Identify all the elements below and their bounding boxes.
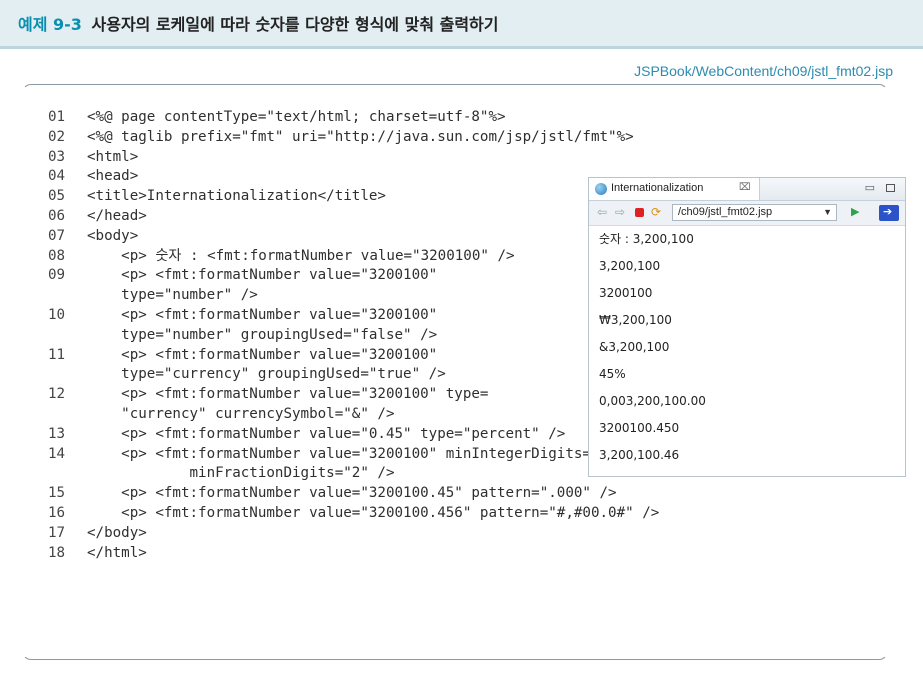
code-line: minFractionDigits="2" /> (48, 464, 659, 484)
code-line: 08 <p> 숫자 : <fmt:formatNumber value="320… (48, 247, 659, 267)
browser-toolbar: ⇦ ⇨ ⟳ /ch09/jstl_fmt02.jsp ▼ ▶ (589, 201, 905, 226)
code-line: 02 <%@ taglib prefix="fmt" uri="http://ja… (48, 128, 659, 148)
tab-close-icon[interactable]: ⌧ (739, 182, 751, 193)
output-line: 숫자 : 3,200,100 (599, 232, 694, 246)
header-divider (0, 46, 923, 49)
line-number: 06 (48, 207, 66, 224)
code-text: </html> (87, 544, 147, 561)
code-text: "currency" currencySymbol="&" /> (87, 405, 395, 422)
line-number: 04 (48, 168, 66, 185)
output-line: 0,003,200,100.00 (599, 394, 706, 408)
output-line: ₩3,200,100 (599, 313, 672, 327)
code-line: 10 <p> <fmt:formatNumber value="3200100" (48, 306, 659, 326)
forward-arrow-icon[interactable]: ⇨ (615, 205, 625, 219)
browser-tab-title: Internationalization (611, 182, 704, 194)
line-number: 02 (48, 128, 66, 145)
code-line: 12 <p> <fmt:formatNumber value="3200100"… (48, 385, 659, 405)
example-number: 예제 9-3 (18, 15, 82, 34)
line-number: 10 (48, 306, 66, 323)
code-line: 11 <p> <fmt:formatNumber value="3200100" (48, 346, 659, 366)
file-path: JSPBook/WebContent/ch09/jstl_fmt02.jsp (634, 63, 893, 79)
code-text: <body> (87, 227, 139, 244)
code-text: <p> <fmt:formatNumber value="3200100" mi… (87, 445, 626, 462)
globe-icon (595, 183, 607, 195)
refresh-icon[interactable]: ⟳ (651, 205, 661, 219)
chevron-down-icon[interactable]: ▼ (823, 205, 832, 220)
code-text: <html> (87, 148, 139, 165)
back-arrow-icon[interactable]: ⇦ (597, 205, 607, 219)
url-field[interactable]: /ch09/jstl_fmt02.jsp ▼ (672, 204, 837, 221)
browser-window: Internationalization ⌧ ▭ ⇦ ⇨ ⟳ /ch09/jst… (588, 177, 906, 477)
line-number: 12 (48, 386, 66, 403)
code-text: <%@ page contentType="text/html; charset… (87, 109, 506, 125)
code-listing: 01 <%@ page contentType="text/html; chars… (48, 108, 659, 563)
output-line: 3200100.450 (599, 421, 680, 435)
code-line: 06 </head> (48, 207, 659, 227)
code-text: <head> (87, 168, 139, 185)
code-line: 05 <title>Internationalization</title> (48, 187, 659, 207)
output-line: 45% (599, 367, 626, 381)
code-text: <p> <fmt:formatNumber value="3200100.456… (87, 504, 660, 521)
code-line: 09 <p> <fmt:formatNumber value="3200100" (48, 266, 659, 286)
output-line: 3200100 (599, 286, 653, 300)
code-line: type="number" /> (48, 286, 659, 306)
code-text: type="number" /> (87, 287, 258, 304)
code-text: <p> <fmt:formatNumber value="3200100.45"… (87, 485, 617, 502)
line-number: 07 (48, 227, 66, 244)
code-line: 13 <p> <fmt:formatNumber value="0.45" ty… (48, 425, 659, 445)
code-text: type="currency" groupingUsed="true" /> (87, 366, 446, 383)
url-text: /ch09/jstl_fmt02.jsp (678, 206, 773, 218)
line-number: 01 (48, 109, 66, 125)
code-text: minFractionDigits="2" /> (87, 465, 395, 482)
code-text: <p> <fmt:formatNumber value="3200100" (87, 346, 438, 363)
code-line: 17 </body> (48, 524, 659, 544)
code-text: <title>Internationalization</title> (87, 188, 386, 205)
code-text: <%@ taglib prefix="fmt" uri="http://java… (87, 128, 634, 145)
code-text: <p> 숫자 : <fmt:formatNumber value="320010… (87, 247, 515, 264)
line-number: 11 (48, 346, 66, 363)
code-line: 03 <html> (48, 148, 659, 168)
code-text: </head> (87, 207, 147, 224)
line-number: 16 (48, 504, 66, 521)
code-line: 18 </html> (48, 544, 659, 564)
code-line: 14 <p> <fmt:formatNumber value="3200100"… (48, 445, 659, 465)
code-text: <p> <fmt:formatNumber value="3200100" (87, 306, 438, 323)
code-line: type="number" groupingUsed="false" /> (48, 326, 659, 346)
line-number: 15 (48, 485, 66, 502)
go-icon[interactable]: ▶ (851, 205, 859, 218)
code-line: "currency" currencySymbol="&" /> (48, 405, 659, 425)
line-number: 18 (48, 544, 66, 561)
output-line: &3,200,100 (599, 340, 670, 354)
stop-icon[interactable] (635, 208, 644, 217)
code-line: 07 <body> (48, 227, 659, 247)
code-text: type="number" groupingUsed="false" /> (87, 326, 438, 343)
code-text: <p> <fmt:formatNumber value="3200100" ty… (87, 386, 489, 403)
line-number: 05 (48, 188, 66, 205)
line-number: 08 (48, 247, 66, 264)
code-line: type="currency" groupingUsed="true" /> (48, 365, 659, 385)
minimize-icon[interactable]: ▭ (865, 181, 875, 194)
line-number: 14 (48, 445, 66, 462)
output-line: 3,200,100 (599, 259, 661, 273)
code-line: 15 <p> <fmt:formatNumber value="3200100.… (48, 484, 659, 504)
line-number: 13 (48, 425, 66, 442)
line-number: 03 (48, 148, 66, 165)
line-number: 09 (48, 267, 66, 284)
browser-tab[interactable]: Internationalization ⌧ (589, 178, 760, 200)
code-text: </body> (87, 524, 147, 541)
example-title: 예제 9-3 사용자의 로케일에 따라 숫자를 다양한 형식에 맞춰 출력하기 (18, 11, 499, 35)
browser-content: 숫자 : 3,200,100 3,200,100 3200100 ₩3,200,100… (599, 230, 706, 473)
maximize-icon[interactable] (886, 184, 895, 192)
browser-tabbar: Internationalization ⌧ ▭ (589, 178, 905, 201)
example-title-text: 사용자의 로케일에 따라 숫자를 다양한 형식에 맞춰 출력하기 (91, 15, 499, 34)
code-text: <p> <fmt:formatNumber value="3200100" (87, 267, 438, 284)
code-line: 01 <%@ page contentType="text/html; chars… (48, 108, 659, 128)
code-line: 16 <p> <fmt:formatNumber value="3200100.… (48, 504, 659, 524)
code-text: <p> <fmt:formatNumber value="0.45" type=… (87, 425, 566, 442)
output-line: 3,200,100.46 (599, 448, 680, 462)
line-number: 17 (48, 524, 66, 541)
code-line: 04 <head> (48, 167, 659, 187)
navigate-icon[interactable] (879, 205, 899, 221)
